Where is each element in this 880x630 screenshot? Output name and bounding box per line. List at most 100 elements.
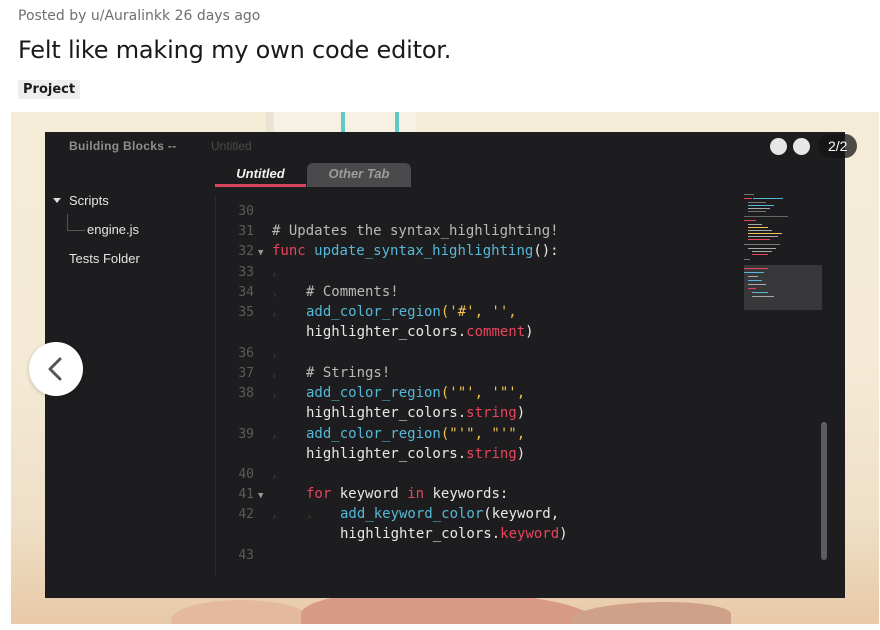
minimap-line	[744, 198, 752, 199]
code-object: highlighter_colors	[340, 526, 492, 542]
indent-guide-icon: ›	[271, 308, 278, 321]
code-line: # Updates the syntax_highlighting!	[272, 223, 559, 239]
post-title[interactable]: Felt like making my own code editor.	[18, 36, 451, 64]
post-meta: Posted by u/Auralinkk 26 days ago	[18, 8, 260, 24]
window-minimize-icon	[770, 138, 787, 155]
code-property: string	[466, 446, 517, 462]
code-text: keywords:	[432, 486, 509, 502]
code-area: 30 31 32 33 34 35 36 37 38 39 40 41 42 4…	[215, 196, 760, 576]
line-number: 33	[238, 265, 254, 280]
code-line: add_keyword_color(keyword,	[340, 506, 559, 522]
tree-item-label: Scripts	[69, 193, 109, 208]
background-shape	[171, 600, 311, 624]
code-string: ('"', '"',	[440, 385, 526, 401]
minimap-line	[748, 248, 776, 249]
minimap-line	[753, 198, 783, 199]
code-line: add_color_region('#', '',	[306, 304, 517, 320]
minimap-line	[744, 216, 788, 217]
indent-guide-icon: ›	[271, 389, 278, 402]
editor-app-title: Building Blocks --	[69, 139, 177, 153]
tree-connector	[67, 214, 68, 230]
code-keyword: for	[306, 486, 332, 502]
minimap-line	[748, 211, 766, 212]
minimap-line	[748, 205, 774, 206]
code-function: add_color_region	[306, 426, 441, 442]
code-function: add_color_region	[306, 304, 441, 320]
code-string: ('#', '',	[440, 304, 517, 320]
code-line: highlighter_colors.keyword)	[340, 526, 568, 542]
fold-arrow-icon: ▼	[258, 491, 264, 501]
code-function: update_syntax_highlighting	[314, 243, 534, 259]
code-line: # Comments!	[306, 284, 399, 300]
minimap-line	[748, 202, 766, 203]
code-object: highlighter_colors	[306, 446, 458, 462]
posted-by-label: Posted by	[18, 8, 87, 24]
minimap-line	[748, 288, 756, 289]
tree-folder-tests: Tests Folder	[69, 251, 140, 266]
gallery-prev-button[interactable]	[29, 342, 83, 396]
indent-guide-icon: ›	[271, 369, 278, 382]
line-number: 35	[238, 305, 254, 320]
minimap-line	[748, 236, 778, 237]
code-comment: # Strings!	[306, 365, 391, 381]
code-text: (keyword,	[483, 506, 560, 522]
code-line: func update_syntax_highlighting():	[272, 243, 559, 259]
indent-guide-icon: ›	[271, 470, 278, 483]
line-number: 38	[238, 386, 254, 401]
indent-guide-icon: ›	[271, 268, 278, 281]
indent-guide-icon: ›	[271, 288, 278, 301]
minimap-line	[752, 254, 768, 255]
flair-badge[interactable]: Project	[18, 80, 81, 99]
code-property: keyword	[500, 526, 560, 542]
indent-guide-icon: ›	[271, 430, 278, 443]
code-line: add_color_region('"', '"',	[306, 385, 525, 401]
minimap-line	[748, 284, 766, 285]
code-property: string	[466, 405, 517, 421]
minimap-line	[748, 239, 770, 240]
minimap-line	[744, 244, 780, 245]
code-keyword: in	[407, 486, 425, 502]
line-number: 37	[238, 366, 254, 381]
background-stripe	[395, 112, 399, 134]
code-line: add_color_region("'", "'",	[306, 426, 525, 442]
line-number: 42	[238, 507, 254, 522]
code-keyword: func	[272, 243, 306, 259]
code-function: add_keyword_color	[340, 506, 484, 522]
line-number: 36	[238, 346, 254, 361]
minimap-line	[748, 224, 762, 225]
line-number: 40	[238, 467, 254, 482]
line-number: 43	[238, 548, 254, 563]
code-line: highlighter_colors.string)	[306, 405, 526, 421]
minimap-line	[748, 230, 772, 231]
tab-untitled: Untitled	[215, 163, 306, 187]
code-object: highlighter_colors	[306, 405, 458, 421]
minimap-line	[744, 220, 756, 221]
code-text: ():	[533, 243, 559, 259]
background-shape	[571, 602, 731, 624]
tree-folder-scripts: Scripts	[53, 193, 109, 208]
background-stripe	[341, 112, 345, 134]
minimap-line	[748, 227, 768, 228]
minimap-line	[744, 259, 750, 260]
minimap-line	[744, 272, 764, 273]
minimap-line	[748, 208, 770, 209]
code-string: ("'", "'",	[440, 426, 526, 442]
code-minimap[interactable]	[744, 192, 824, 312]
minimap-line	[748, 276, 758, 277]
window-maximize-icon	[793, 138, 810, 155]
gallery-image[interactable]: Building Blocks -- Untitled Untitled Oth…	[11, 112, 879, 624]
chevron-left-icon	[48, 357, 62, 381]
code-property: comment	[466, 324, 526, 340]
fold-arrow-icon: ▼	[258, 248, 264, 258]
minimap-line	[744, 194, 754, 195]
code-function: add_color_region	[306, 385, 441, 401]
caret-down-icon	[53, 198, 61, 203]
minimap-line	[744, 268, 768, 269]
minimap-line	[748, 280, 762, 281]
author-link[interactable]: u/Auralinkk	[91, 8, 170, 24]
editor-scrollbar[interactable]	[821, 422, 827, 560]
line-number: 39	[238, 427, 254, 442]
editor-doc-title: Untitled	[211, 139, 252, 153]
line-number: 34	[238, 285, 254, 300]
indent-guide-icon: ›	[306, 510, 313, 523]
